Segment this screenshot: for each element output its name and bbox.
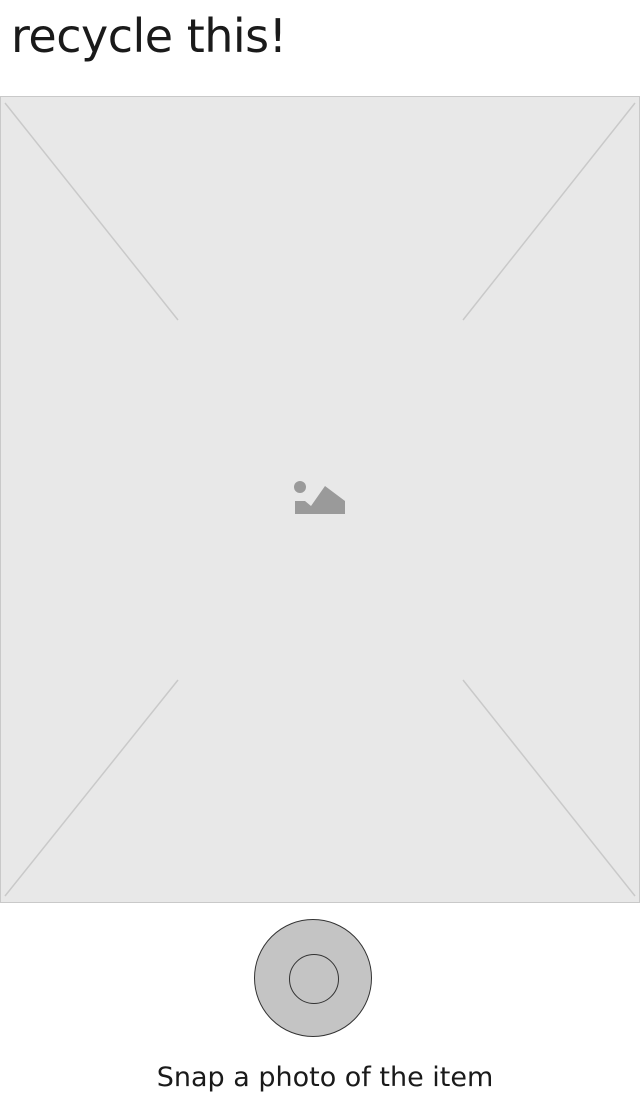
- shutter-button-icon: [289, 954, 339, 1004]
- page-title: recycle this!: [11, 9, 287, 63]
- instruction-caption: Snap a photo of the item: [156, 1062, 494, 1093]
- camera-preview[interactable]: [0, 96, 640, 903]
- shutter-button[interactable]: [254, 919, 372, 1037]
- image-placeholder-icon: [294, 481, 345, 514]
